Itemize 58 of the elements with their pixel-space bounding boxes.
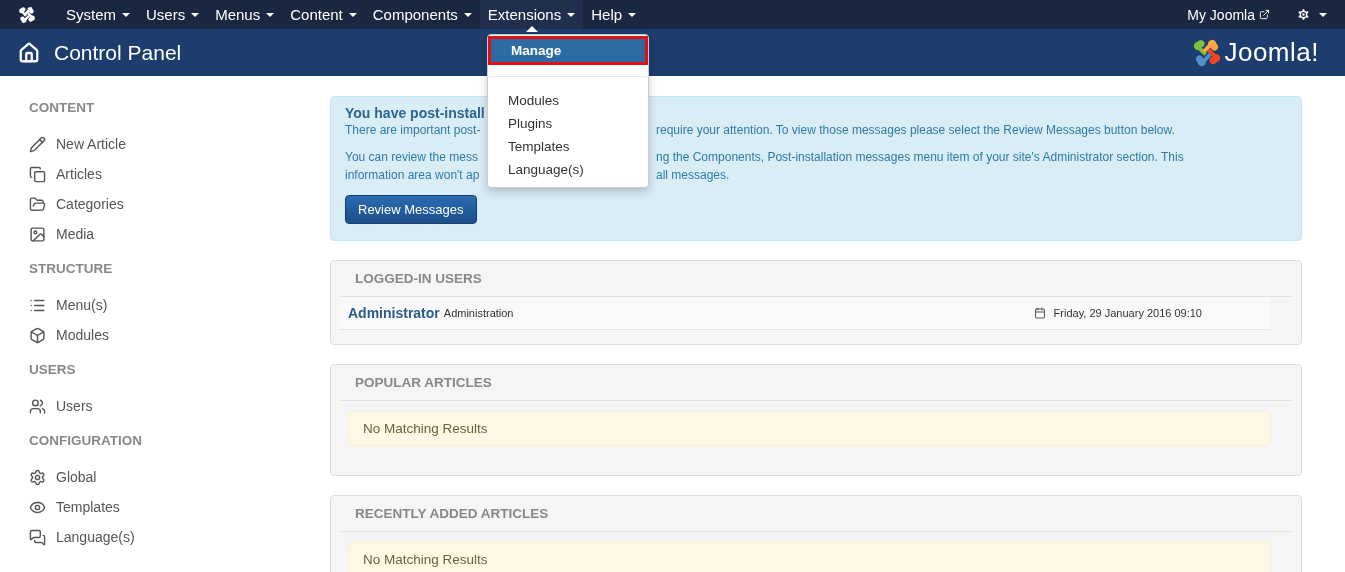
sidebar-link[interactable]: Global <box>29 462 97 492</box>
section-heading: USERS <box>29 362 77 377</box>
review-messages-button[interactable]: Review Messages <box>345 195 477 224</box>
sidebar-link[interactable]: Media <box>29 219 95 249</box>
user-area: Administration <box>443 307 514 319</box>
pencil-icon <box>29 135 46 153</box>
menu-item[interactable]: Help <box>583 0 645 29</box>
page-title: Control Panel <box>54 40 182 65</box>
alert-text: ng the Components, Post-installation messages menu item of your site's Administrator section. This <box>656 149 1184 166</box>
logo-text: Joomla! <box>1224 37 1319 68</box>
panel-title: POPULAR ARTICLES <box>340 365 1292 401</box>
sidebar-link[interactable]: Modules <box>29 320 109 350</box>
sidebar-link[interactable]: New Article <box>29 129 127 159</box>
settings-icon <box>29 468 46 486</box>
dropdown-item[interactable]: Plugins <box>488 112 648 135</box>
my-joomla-link[interactable]: My Joomla <box>1187 6 1270 23</box>
users-icon <box>29 397 46 415</box>
joomla-logo-icon <box>1192 37 1223 68</box>
joomla-logo-icon <box>18 5 36 24</box>
alert-title: You have post-install <box>345 105 486 121</box>
alert-text: information area won't ap <box>345 167 480 184</box>
menu-item[interactable]: System <box>58 0 138 29</box>
alert-text: all messages. <box>656 167 730 184</box>
settings-icon[interactable] <box>1296 7 1327 22</box>
external-link-icon <box>1259 9 1270 20</box>
sidebar-link[interactable]: Templates <box>29 492 120 522</box>
panel-title: RECENTLY ADDED ARTICLES <box>340 496 1292 532</box>
alert-text: require your attention. To view those messages please select the Review Messages button below. <box>656 122 1175 139</box>
sidebar-link[interactable]: Users <box>29 391 93 421</box>
menu-item[interactable]: Content <box>282 0 365 29</box>
dropdown-item[interactable]: Modules <box>488 89 648 112</box>
sidebar-link[interactable]: Articles <box>29 159 102 189</box>
user-name-link[interactable]: Administrator <box>348 305 440 321</box>
alert-text: There are important post- <box>345 122 481 139</box>
home-icon <box>18 41 40 64</box>
sidebar-link[interactable]: Language(s) <box>29 522 135 552</box>
menu-item[interactable]: Users <box>138 0 208 29</box>
section-heading: CONTENT <box>29 100 96 115</box>
empty-message: No Matching Results <box>348 411 1271 446</box>
menu-item[interactable]: Menus <box>207 0 283 29</box>
sidebar-link[interactable]: Menu(s) <box>29 290 108 320</box>
menu-item[interactable]: Extensions <box>479 0 584 29</box>
section-heading: CONFIGURATION <box>29 433 143 448</box>
login-date: Friday, 29 January 2016 09:10 <box>1053 307 1202 319</box>
empty-message: No Matching Results <box>348 542 1271 572</box>
sidebar-link[interactable]: Categories <box>29 189 124 219</box>
dropdown-item[interactable]: Manage <box>491 39 645 62</box>
dropdown-item[interactable]: Templates <box>488 135 648 158</box>
menu-item[interactable]: Components <box>364 0 480 29</box>
cube-icon <box>29 326 46 344</box>
copy-icon <box>29 165 46 183</box>
chat-icon <box>29 528 46 546</box>
image-icon <box>29 225 46 243</box>
section-heading: STRUCTURE <box>29 261 114 276</box>
folder-icon <box>29 195 46 213</box>
calendar-icon <box>1033 307 1046 319</box>
dropdown-item[interactable]: Language(s) <box>488 158 648 181</box>
alert-text: You can review the mess <box>345 149 478 166</box>
